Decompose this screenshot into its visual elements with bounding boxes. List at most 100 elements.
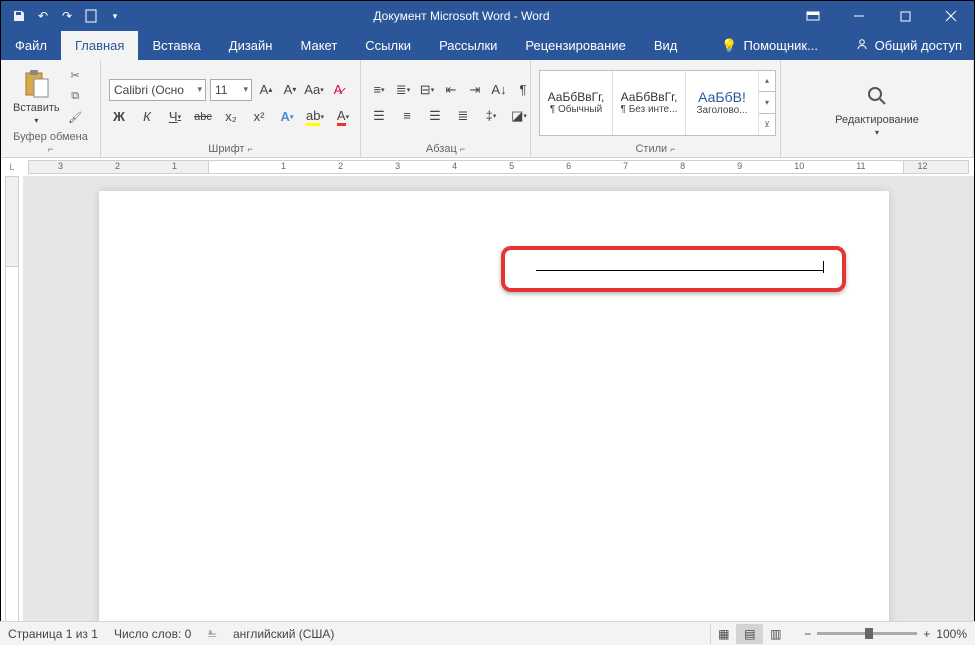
tab-references[interactable]: Ссылки [351, 31, 425, 60]
align-right-button[interactable]: ☰ [425, 106, 445, 126]
ribbon-tabs: Файл Главная Вставка Дизайн Макет Ссылки… [1, 31, 974, 60]
print-layout-icon[interactable]: ▤ [736, 624, 762, 644]
strike-button[interactable]: abc [193, 107, 213, 127]
gallery-more-icon[interactable]: ⊻ [759, 114, 775, 135]
font-name-select[interactable]: Calibri (Осно [109, 79, 206, 101]
tell-me[interactable]: 💡 Помощник... [711, 31, 828, 60]
superscript-button[interactable]: x² [249, 107, 269, 127]
group-clipboard: Вставить ▾ ✂ ⧉ 🖌 Буфер обмена ⌐ [1, 60, 101, 157]
format-painter-icon[interactable]: 🖌 [68, 110, 83, 125]
align-center-button[interactable]: ≡ [397, 106, 417, 126]
bold-button[interactable]: Ж [109, 107, 129, 127]
change-case-button[interactable]: Aa▾ [304, 80, 324, 100]
ribbon: Вставить ▾ ✂ ⧉ 🖌 Буфер обмена ⌐ Calibri … [1, 60, 974, 158]
zoom-out-button[interactable]: − [804, 627, 811, 641]
style-no-spacing[interactable]: АаБбВвГг, ¶ Без инте... [613, 71, 686, 135]
editing-button[interactable]: Редактирование ▾ [831, 76, 923, 141]
new-doc-icon[interactable] [83, 8, 99, 24]
group-styles: АаБбВвГг, ¶ Обычный АаБбВвГг, ¶ Без инте… [531, 60, 781, 157]
gallery-down-icon[interactable]: ▾ [759, 92, 775, 114]
styles-label: Стили ⌐ [539, 141, 772, 155]
indent-dec-button[interactable]: ⇤ [441, 80, 461, 100]
bulb-icon: 💡 [721, 38, 737, 54]
zoom-slider[interactable] [817, 632, 917, 635]
find-icon [861, 80, 893, 112]
read-mode-icon[interactable]: ▦ [710, 624, 736, 644]
subscript-button[interactable]: x₂ [221, 107, 241, 127]
zoom-level[interactable]: 100% [936, 627, 967, 641]
sort-button[interactable]: A↓ [489, 80, 509, 100]
shading-button[interactable]: ◪▾ [509, 106, 529, 126]
indent-inc-button[interactable]: ⇥ [465, 80, 485, 100]
group-paragraph: ≡▾ ≣▾ ⊟▾ ⇤ ⇥ A↓ ¶ ☰ ≡ ☰ ≣ ‡▾ ◪▾ ⊞▾ Абзац… [361, 60, 531, 157]
zoom-in-button[interactable]: + [923, 627, 930, 641]
title-bar: ↶ ↷ ▾ Документ Microsoft Word - Word [1, 1, 974, 31]
maximize-button[interactable] [882, 1, 928, 31]
gallery-up-icon[interactable]: ▴ [759, 71, 775, 93]
proofing-icon[interactable]: ⎁ [207, 626, 217, 641]
window-title: Документ Microsoft Word - Word [133, 9, 790, 23]
redo-icon[interactable]: ↷ [59, 8, 75, 24]
paste-label: Вставить [13, 102, 60, 114]
close-button[interactable] [928, 1, 974, 31]
share-button[interactable]: Общий доступ [843, 31, 974, 60]
zoom-control: − + 100% [804, 627, 967, 641]
minimize-button[interactable] [836, 1, 882, 31]
save-icon[interactable] [11, 8, 27, 24]
qat-dropdown-icon[interactable]: ▾ [107, 8, 123, 24]
numbering-button[interactable]: ≣▾ [393, 80, 413, 100]
highlight-button[interactable]: ab▾ [305, 107, 325, 127]
web-layout-icon[interactable]: ▥ [762, 624, 788, 644]
editing-label: Редактирование [835, 114, 919, 126]
style-heading1[interactable]: АаБбВ! Заголово... [686, 71, 759, 135]
ruler-corner[interactable]: L [1, 158, 23, 176]
undo-icon[interactable]: ↶ [35, 8, 51, 24]
tab-mailings[interactable]: Рассылки [425, 31, 511, 60]
paste-button[interactable]: Вставить ▾ [9, 64, 64, 129]
paste-icon [20, 68, 52, 100]
tell-me-label: Помощник... [744, 38, 818, 53]
tab-file[interactable]: Файл [1, 31, 61, 60]
clipboard-label: Буфер обмена ⌐ [9, 129, 92, 155]
shrink-font-button[interactable]: A▾ [280, 80, 300, 100]
tab-review[interactable]: Рецензирование [511, 31, 639, 60]
paragraph-label: Абзац ⌐ [369, 141, 522, 155]
text-effects-button[interactable]: A▾ [277, 107, 297, 127]
tab-view[interactable]: Вид [640, 31, 692, 60]
bullets-button[interactable]: ≡▾ [369, 80, 389, 100]
tab-design[interactable]: Дизайн [215, 31, 287, 60]
clear-format-button[interactable]: A̷ [328, 80, 348, 100]
view-buttons: ▦ ▤ ▥ [710, 624, 788, 644]
align-left-button[interactable]: ☰ [369, 106, 389, 126]
tab-home[interactable]: Главная [61, 31, 138, 60]
italic-button[interactable]: К [137, 107, 157, 127]
quick-access-toolbar: ↶ ↷ ▾ [1, 8, 133, 24]
status-words[interactable]: Число слов: 0 [114, 627, 191, 641]
horizontal-ruler[interactable]: 32112345678910111213 [23, 158, 974, 176]
justify-button[interactable]: ≣ [453, 106, 473, 126]
status-language[interactable]: английский (США) [233, 627, 334, 641]
gallery-nav: ▴ ▾ ⊻ [759, 71, 775, 135]
document-area [1, 176, 974, 631]
tab-insert[interactable]: Вставка [138, 31, 214, 60]
vertical-ruler[interactable] [1, 176, 23, 631]
copy-icon[interactable]: ⧉ [68, 89, 83, 104]
annotation-highlight [501, 246, 846, 292]
share-icon [855, 37, 869, 54]
underline-button[interactable]: Ч▾ [165, 107, 185, 127]
show-marks-button[interactable]: ¶ [513, 80, 533, 100]
tab-layout[interactable]: Макет [286, 31, 351, 60]
window-controls [790, 1, 974, 31]
style-normal[interactable]: АаБбВвГг, ¶ Обычный [540, 71, 613, 135]
ribbon-options-icon[interactable] [790, 1, 836, 31]
status-page[interactable]: Страница 1 из 1 [8, 627, 98, 641]
share-label: Общий доступ [875, 38, 962, 53]
line-spacing-button[interactable]: ‡▾ [481, 106, 501, 126]
font-size-select[interactable]: 11 [210, 79, 252, 101]
font-color-button[interactable]: A▾ [333, 107, 353, 127]
group-font: Calibri (Осно 11 A▴ A▾ Aa▾ A̷ Ж К Ч▾ abc… [101, 60, 361, 157]
group-editing: Редактирование ▾ [781, 60, 974, 157]
grow-font-button[interactable]: A▴ [256, 80, 276, 100]
cut-icon[interactable]: ✂ [68, 68, 83, 83]
multilevel-button[interactable]: ⊟▾ [417, 80, 437, 100]
